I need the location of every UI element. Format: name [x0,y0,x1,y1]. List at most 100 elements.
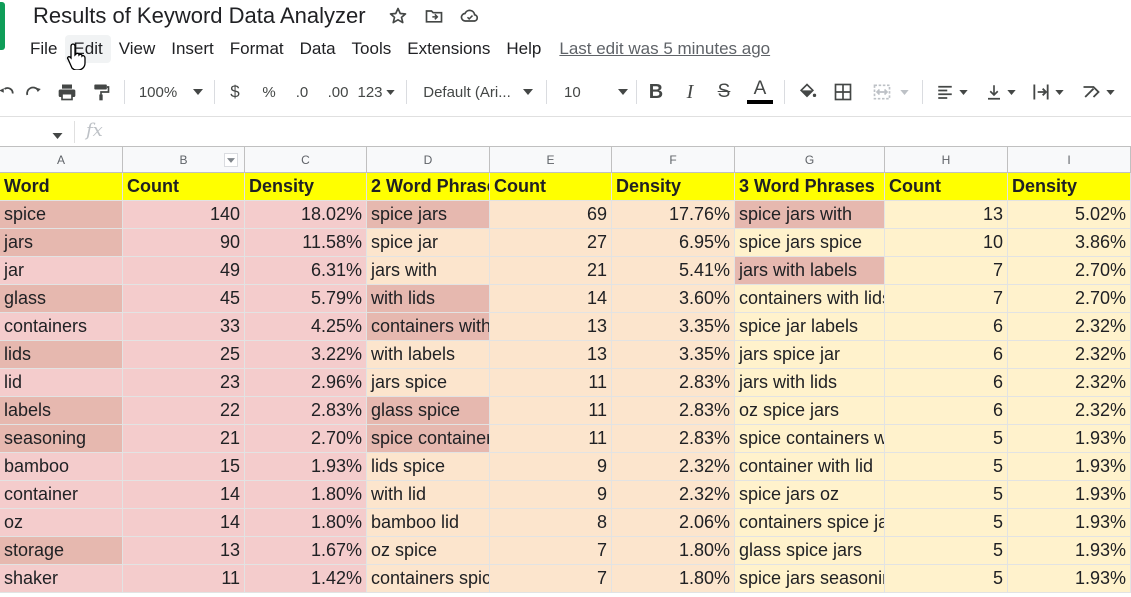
table-cell[interactable]: 140 [123,201,245,229]
table-cell[interactable]: jars with labels [735,257,885,285]
table-cell[interactable]: 10 [885,229,1008,257]
table-cell[interactable]: 15 [123,453,245,481]
header-cell[interactable]: Word [0,173,123,201]
column-header-f[interactable]: F [612,146,735,173]
strikethrough-icon[interactable]: S [712,70,736,114]
table-cell[interactable]: 1.93% [1008,481,1131,509]
table-cell[interactable]: 2.32% [1008,369,1131,397]
header-cell[interactable]: Count [123,173,245,201]
name-box-dropdown-icon[interactable] [52,126,63,144]
header-cell[interactable]: Count [490,173,612,201]
table-cell[interactable]: 6 [885,397,1008,425]
table-cell[interactable]: containers with [367,313,490,341]
table-cell[interactable]: 5 [885,509,1008,537]
table-cell[interactable]: shaker [0,565,123,593]
table-cell[interactable]: with labels [367,341,490,369]
table-cell[interactable]: 1.93% [1008,453,1131,481]
table-cell[interactable]: 1.80% [612,565,735,593]
table-cell[interactable]: spice jar labels [735,313,885,341]
table-cell[interactable]: 2.32% [1008,313,1131,341]
table-cell[interactable]: containers with lids [735,285,885,313]
table-cell[interactable]: with lids [367,285,490,313]
table-cell[interactable]: 1.93% [245,453,367,481]
table-cell[interactable]: spice jars oz [735,481,885,509]
table-cell[interactable]: oz spice [367,537,490,565]
table-cell[interactable]: 5.02% [1008,201,1131,229]
column-header-g[interactable]: G [735,146,885,173]
table-cell[interactable]: 33 [123,313,245,341]
table-cell[interactable]: 13 [490,341,612,369]
table-cell[interactable]: lid [0,369,123,397]
table-cell[interactable]: 3.86% [1008,229,1131,257]
table-cell[interactable]: spice containers [367,425,490,453]
column-header-d[interactable]: D [367,146,490,173]
font-size-select[interactable]: 10 [556,70,628,114]
table-cell[interactable]: lids [0,341,123,369]
table-cell[interactable]: 1.93% [1008,509,1131,537]
menu-view[interactable]: View [111,35,164,63]
table-cell[interactable]: 2.83% [612,369,735,397]
table-cell[interactable]: jars with [367,257,490,285]
table-cell[interactable]: labels [0,397,123,425]
table-cell[interactable]: spice jar [367,229,490,257]
font-family-select[interactable]: Default (Ari... [418,70,538,114]
table-cell[interactable]: 3.35% [612,341,735,369]
header-cell[interactable]: 2 Word Phrases [367,173,490,201]
table-cell[interactable]: 7 [490,537,612,565]
table-cell[interactable]: 2.83% [245,397,367,425]
table-cell[interactable]: oz spice jars [735,397,885,425]
header-cell[interactable]: 3 Word Phrases [735,173,885,201]
table-cell[interactable]: 1.67% [245,537,367,565]
table-cell[interactable]: 5 [885,425,1008,453]
table-cell[interactable]: 7 [885,257,1008,285]
table-cell[interactable]: 9 [490,481,612,509]
table-cell[interactable]: containers spice jars [735,509,885,537]
table-cell[interactable]: jars [0,229,123,257]
menu-format[interactable]: Format [222,35,292,63]
table-cell[interactable]: spice jars seasoning [735,565,885,593]
italic-icon[interactable]: I [678,70,702,114]
table-cell[interactable]: 14 [123,481,245,509]
currency-format-button[interactable]: $ [224,70,246,114]
table-cell[interactable]: 7 [490,565,612,593]
zoom-select[interactable]: 100% [134,70,208,114]
menu-insert[interactable]: Insert [163,35,222,63]
table-cell[interactable]: glass [0,285,123,313]
header-cell[interactable]: Density [612,173,735,201]
table-cell[interactable]: 90 [123,229,245,257]
table-cell[interactable]: 1.80% [245,481,367,509]
table-cell[interactable]: 13 [885,201,1008,229]
header-cell[interactable]: Density [1008,173,1131,201]
paint-format-icon[interactable] [88,70,114,114]
table-cell[interactable]: glass spice [367,397,490,425]
print-icon[interactable] [54,70,80,114]
fill-color-icon[interactable] [794,70,820,114]
redo-icon[interactable] [20,70,48,114]
text-wrapping-icon[interactable] [1026,70,1068,114]
header-cell[interactable]: Density [245,173,367,201]
undo-icon[interactable] [0,70,16,114]
table-cell[interactable]: seasoning [0,425,123,453]
table-cell[interactable]: 2.70% [1008,257,1131,285]
table-cell[interactable]: bamboo lid [367,509,490,537]
table-cell[interactable]: jars spice [367,369,490,397]
table-cell[interactable]: 5 [885,481,1008,509]
horizontal-align-icon[interactable] [930,70,972,114]
table-cell[interactable]: storage [0,537,123,565]
table-cell[interactable]: 6.95% [612,229,735,257]
table-cell[interactable]: 1.93% [1008,565,1131,593]
table-cell[interactable]: 7 [885,285,1008,313]
table-cell[interactable]: 11 [490,397,612,425]
column-header-h[interactable]: H [885,146,1008,173]
table-cell[interactable]: 1.80% [612,537,735,565]
table-cell[interactable]: 22 [123,397,245,425]
table-cell[interactable]: 21 [123,425,245,453]
table-cell[interactable]: 5 [885,537,1008,565]
table-cell[interactable]: 6.31% [245,257,367,285]
table-cell[interactable]: container [0,481,123,509]
table-cell[interactable]: containers [0,313,123,341]
table-cell[interactable]: 2.32% [612,453,735,481]
table-cell[interactable]: 2.06% [612,509,735,537]
cloud-saved-icon[interactable] [458,4,482,28]
star-icon[interactable] [386,4,410,28]
